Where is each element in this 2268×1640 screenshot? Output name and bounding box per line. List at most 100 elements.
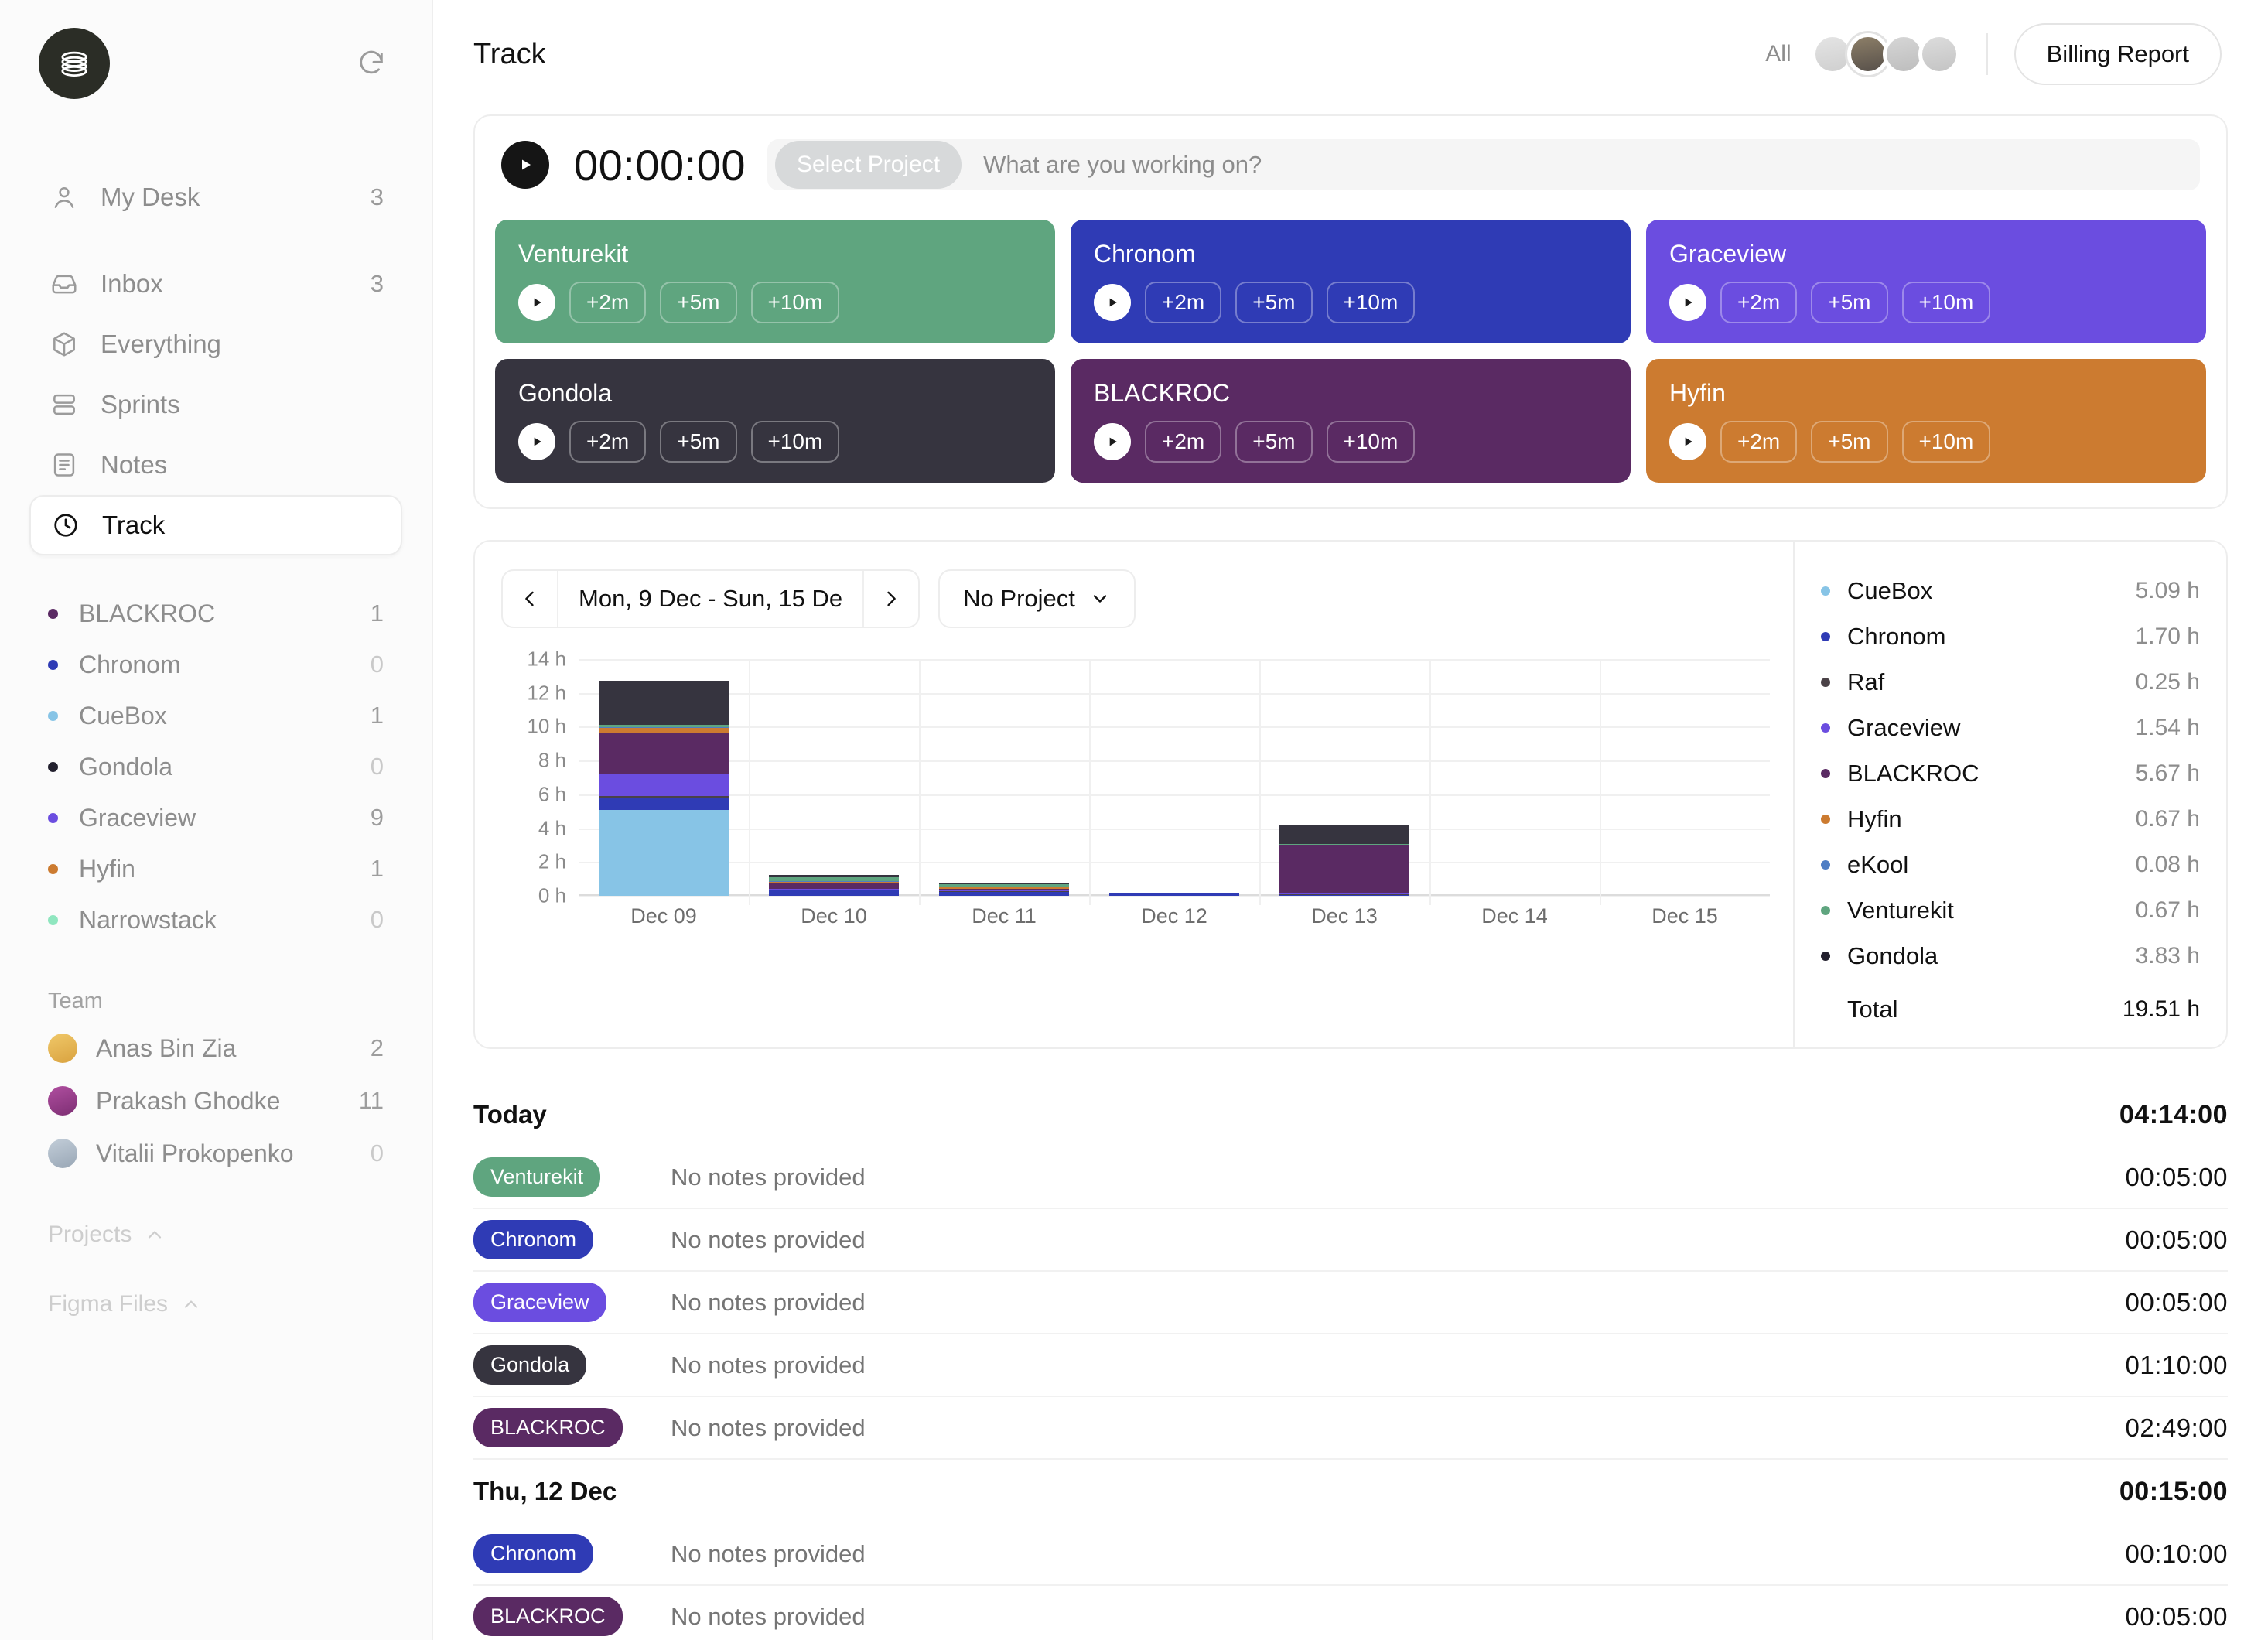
start-timer-button[interactable]	[518, 284, 555, 321]
sidebar-item-everything[interactable]: Everything	[29, 314, 402, 374]
sidebar-project-narrowstack[interactable]: Narrowstack 0	[29, 894, 402, 945]
table-row[interactable]: Venturekit No notes provided 00:05:00	[473, 1146, 2228, 1209]
start-timer-button[interactable]	[1669, 423, 1706, 460]
add-5m-button[interactable]: +5m	[660, 282, 737, 323]
legend-row[interactable]: Hyfin 0.67 h	[1821, 796, 2200, 842]
legend-row[interactable]: Venturekit 0.67 h	[1821, 887, 2200, 933]
week-range-label[interactable]: Mon, 9 Dec - Sun, 15 De	[558, 571, 862, 627]
stacked-bar[interactable]	[1109, 892, 1239, 896]
add-5m-button[interactable]: +5m	[1811, 421, 1888, 463]
add-5m-button[interactable]: +5m	[1235, 282, 1313, 323]
all-filter-label[interactable]: All	[1765, 41, 1791, 67]
legend-row[interactable]: Raf 0.25 h	[1821, 659, 2200, 705]
refresh-icon[interactable]	[350, 42, 393, 85]
add-5m-button[interactable]: +5m	[660, 421, 737, 463]
avatar[interactable]	[1918, 33, 1960, 75]
add-5m-button[interactable]: +5m	[1235, 421, 1313, 463]
table-row[interactable]: Gondola No notes provided 01:10:00	[473, 1334, 2228, 1397]
legend-color-dot	[1821, 859, 1830, 870]
add-5m-button[interactable]: +5m	[1811, 282, 1888, 323]
app-root: My Desk 3 Inbox 3 Everything Sprints Not…	[0, 0, 2268, 1640]
divider	[1986, 33, 1988, 75]
start-timer-button[interactable]	[1094, 423, 1131, 460]
sidebar-section-figma-files[interactable]: Figma Files	[29, 1280, 402, 1328]
timer-note-placeholder[interactable]: What are you working on?	[983, 151, 1262, 179]
quick-card-chronom[interactable]: Chronom +2m +5m +10m	[1071, 220, 1631, 343]
table-row[interactable]: BLACKROC No notes provided 02:49:00	[473, 1397, 2228, 1460]
sidebar-item-notes[interactable]: Notes	[29, 435, 402, 495]
bar-column[interactable]	[919, 659, 1089, 896]
bar-column[interactable]	[1600, 659, 1770, 896]
add-2m-button[interactable]: +2m	[569, 421, 647, 463]
timer-entry-field[interactable]: Select Project What are you working on?	[767, 139, 2200, 190]
table-row[interactable]: BLACKROC No notes provided 00:05:00	[473, 1586, 2228, 1640]
legend-row[interactable]: Chronom 1.70 h	[1821, 613, 2200, 659]
add-2m-button[interactable]: +2m	[1720, 421, 1798, 463]
sidebar-team-prakash-ghodke[interactable]: Prakash Ghodke 11	[29, 1075, 402, 1127]
add-10m-button[interactable]: +10m	[1326, 282, 1416, 323]
sidebar-item-my-desk[interactable]: My Desk 3	[29, 167, 402, 227]
start-timer-button[interactable]	[1669, 284, 1706, 321]
chevron-left-icon[interactable]	[503, 571, 557, 627]
start-timer-button[interactable]	[501, 141, 549, 189]
legend-row[interactable]: CueBox 5.09 h	[1821, 568, 2200, 613]
add-2m-button[interactable]: +2m	[1145, 282, 1222, 323]
quick-card-blackroc[interactable]: BLACKROC +2m +5m +10m	[1071, 359, 1631, 483]
bar-column[interactable]	[1429, 659, 1600, 896]
start-timer-button[interactable]	[518, 423, 555, 460]
bar-column[interactable]	[1089, 659, 1259, 896]
x-axis-tick: Dec 10	[801, 904, 867, 928]
bar-column[interactable]	[579, 659, 749, 896]
chevron-right-icon[interactable]	[864, 571, 918, 627]
sidebar-item-sprints[interactable]: Sprints	[29, 374, 402, 435]
sidebar-project-chronom[interactable]: Chronom 0	[29, 639, 402, 690]
add-2m-button[interactable]: +2m	[569, 282, 647, 323]
legend-row[interactable]: Graceview 1.54 h	[1821, 705, 2200, 750]
stacked-bar[interactable]	[769, 875, 899, 896]
select-project-button[interactable]: Select Project	[774, 141, 962, 189]
add-10m-button[interactable]: +10m	[750, 421, 840, 463]
add-10m-button[interactable]: +10m	[750, 282, 840, 323]
billing-report-button[interactable]: Billing Report	[2014, 23, 2222, 85]
quick-card-graceview[interactable]: Graceview +2m +5m +10m	[1646, 220, 2206, 343]
bar-column[interactable]	[1259, 659, 1429, 896]
sidebar-project-gondola[interactable]: Gondola 0	[29, 741, 402, 792]
bar-column[interactable]	[749, 659, 919, 896]
add-10m-button[interactable]: +10m	[1326, 421, 1416, 463]
table-row[interactable]: Graceview No notes provided 00:05:00	[473, 1272, 2228, 1334]
sidebar-section-projects[interactable]: Projects	[29, 1211, 402, 1259]
sidebar-project-blackroc[interactable]: BLACKROC 1	[29, 588, 402, 639]
table-row[interactable]: Chronom No notes provided 00:10:00	[473, 1523, 2228, 1586]
add-2m-button[interactable]: +2m	[1145, 421, 1222, 463]
sidebar-team-anas-bin-zia[interactable]: Anas Bin Zia 2	[29, 1022, 402, 1075]
quick-card-gondola[interactable]: Gondola +2m +5m +10m	[495, 359, 1055, 483]
sidebar-project-hyfin[interactable]: Hyfin 1	[29, 843, 402, 894]
quick-card-hyfin[interactable]: Hyfin +2m +5m +10m	[1646, 359, 2206, 483]
stacked-bar[interactable]	[939, 883, 1069, 896]
legend-color-dot	[1821, 723, 1830, 733]
entry-duration: 00:05:00	[2125, 1162, 2228, 1191]
quick-card-venturekit[interactable]: Venturekit +2m +5m +10m	[495, 220, 1055, 343]
sidebar-project-cuebox[interactable]: CueBox 1	[29, 690, 402, 741]
stacked-bar[interactable]	[599, 681, 729, 896]
legend-row[interactable]: Gondola 3.83 h	[1821, 933, 2200, 979]
app-logo-icon[interactable]	[39, 28, 110, 99]
add-2m-button[interactable]: +2m	[1720, 282, 1798, 323]
stacked-bar[interactable]	[1279, 825, 1409, 896]
legend-total-label: Total	[1847, 995, 1898, 1023]
sidebar-team-vitalii-prokopenko[interactable]: Vitalii Prokopenko 0	[29, 1127, 402, 1180]
sidebar-project-graceview[interactable]: Graceview 9	[29, 792, 402, 843]
start-timer-button[interactable]	[1094, 284, 1131, 321]
project-filter-dropdown[interactable]: No Project	[938, 569, 1136, 628]
table-row[interactable]: Chronom No notes provided 00:05:00	[473, 1209, 2228, 1272]
legend-label: Hyfin	[1847, 805, 1902, 832]
sidebar-item-track[interactable]: Track	[29, 495, 402, 555]
legend-row[interactable]: BLACKROC 5.67 h	[1821, 750, 2200, 796]
legend-row[interactable]: eKool 0.08 h	[1821, 842, 2200, 887]
legend-color-dot	[1821, 951, 1830, 961]
play-icon	[534, 437, 541, 446]
add-10m-button[interactable]: +10m	[1901, 282, 1991, 323]
add-10m-button[interactable]: +10m	[1901, 421, 1991, 463]
bar-segment	[939, 891, 1069, 896]
sidebar-item-inbox[interactable]: Inbox 3	[29, 254, 402, 314]
